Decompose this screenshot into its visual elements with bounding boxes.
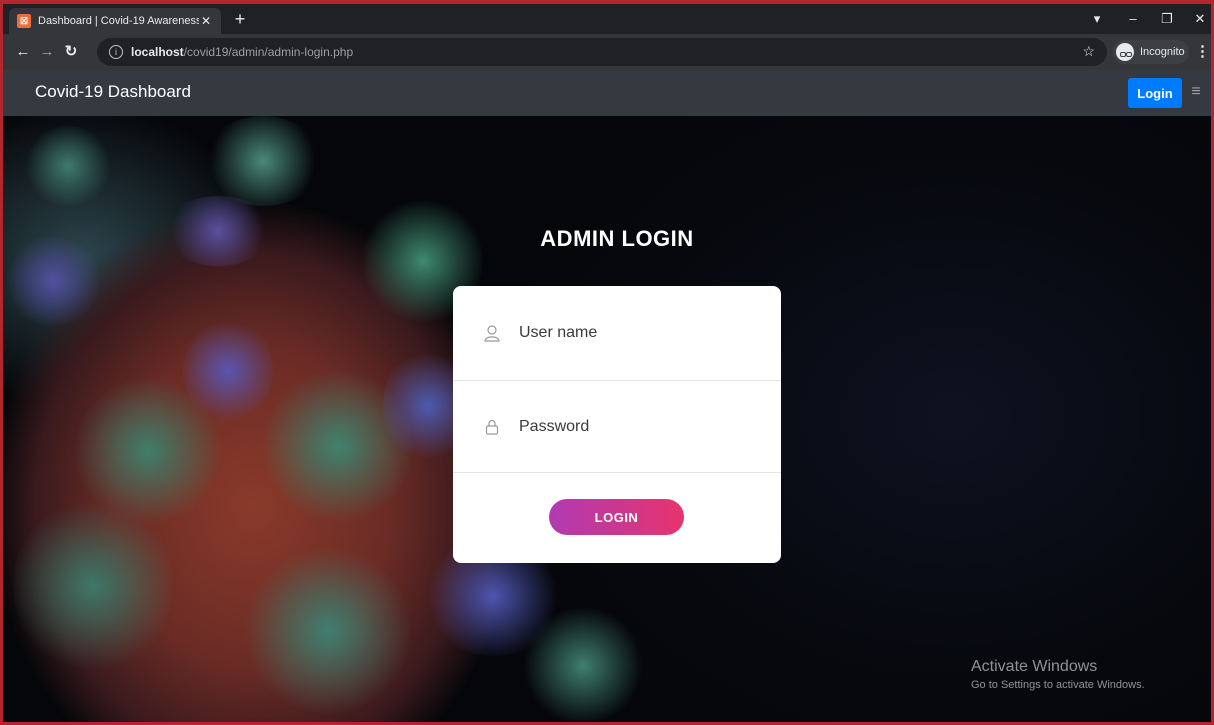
- tab-search-icon[interactable]: ▾: [1087, 8, 1107, 30]
- hero-background: ADMIN LOGIN LOGIN Activate Window: [3, 116, 1211, 722]
- virus-spike-decoration: [243, 546, 413, 716]
- page-viewport: Covid-19 Dashboard Login ≡ ADMIN LOGIN U…: [3, 70, 1211, 722]
- lock-icon: [483, 418, 501, 436]
- virus-spike-decoration: [523, 606, 643, 722]
- back-arrow-icon[interactable]: ←: [13, 42, 33, 62]
- virus-spike-decoration: [3, 236, 103, 326]
- site-brand[interactable]: Covid-19 Dashboard: [35, 82, 191, 102]
- watermark-title: Activate Windows: [971, 658, 1098, 675]
- incognito-icon: [1116, 43, 1134, 61]
- tab-title: Dashboard | Covid-19 Awareness: [38, 15, 199, 27]
- browser-window: ☒ Dashboard | Covid-19 Awareness ✕ + ▾ –…: [0, 0, 1214, 725]
- browser-menu-icon[interactable]: ⋮: [1195, 42, 1210, 62]
- virus-spike-decoration: [13, 496, 173, 676]
- username-row: [453, 286, 781, 381]
- nav-login-button[interactable]: Login: [1128, 78, 1182, 108]
- activate-windows-watermark: Activate Windows Go to Settings to activ…: [971, 658, 1145, 691]
- incognito-label: Incognito: [1140, 46, 1185, 58]
- minimize-icon[interactable]: –: [1121, 8, 1145, 30]
- virus-spike-decoration: [23, 126, 113, 206]
- hamburger-menu-icon[interactable]: ≡: [1188, 82, 1204, 102]
- browser-tab[interactable]: ☒ Dashboard | Covid-19 Awareness ✕: [9, 8, 221, 34]
- window-close-icon[interactable]: ✕: [1189, 8, 1211, 30]
- browser-toolbar: ← → ↻ i localhost /covid19/admin/admin-l…: [3, 34, 1211, 70]
- restore-icon[interactable]: ❐: [1155, 8, 1179, 30]
- site-navbar: Covid-19 Dashboard Login ≡: [3, 70, 1211, 116]
- virus-spike-decoration: [203, 116, 323, 206]
- admin-login-title: ADMIN LOGIN: [540, 226, 694, 251]
- site-info-icon[interactable]: i: [109, 45, 123, 59]
- password-input[interactable]: [519, 417, 759, 436]
- watermark-subtitle: Go to Settings to activate Windows.: [971, 679, 1145, 691]
- password-row: [453, 381, 781, 473]
- tab-strip: ☒ Dashboard | Covid-19 Awareness ✕ + ▾ –…: [3, 4, 1211, 34]
- bookmark-star-icon[interactable]: ☆: [1082, 43, 1095, 60]
- xampp-favicon-icon: ☒: [17, 14, 31, 28]
- forward-arrow-icon[interactable]: →: [37, 42, 57, 62]
- url-host: localhost: [131, 45, 184, 59]
- tab-close-icon[interactable]: ✕: [199, 14, 213, 28]
- reload-icon[interactable]: ↻: [61, 42, 81, 62]
- incognito-badge[interactable]: Incognito: [1113, 40, 1189, 64]
- login-submit-button[interactable]: LOGIN: [549, 499, 684, 535]
- new-tab-button[interactable]: +: [229, 9, 251, 31]
- user-icon: [483, 324, 501, 342]
- username-input[interactable]: [519, 324, 759, 342]
- virus-spike-decoration: [163, 196, 273, 266]
- url-path: /covid19/admin/admin-login.php: [183, 45, 354, 59]
- login-card: LOGIN: [453, 286, 781, 563]
- address-bar[interactable]: i localhost /covid19/admin/admin-login.p…: [97, 38, 1107, 66]
